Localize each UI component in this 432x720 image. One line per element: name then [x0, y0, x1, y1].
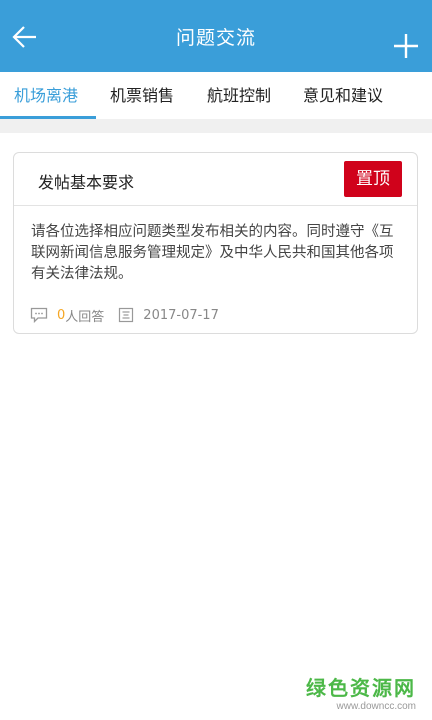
post-meta: 0 人回答 2017-07-17 — [30, 305, 219, 325]
top-bar: 问题交流 — [0, 0, 432, 72]
post-header: 发帖基本要求 置顶 — [14, 153, 417, 206]
post-content: 请各位选择相应问题类型发布相关的内容。同时遵守《互联网新闻信息服务管理规定》及中… — [31, 224, 394, 282]
comment-icon — [30, 307, 48, 323]
watermark-url: www.downcc.com — [336, 701, 416, 712]
page-title: 问题交流 — [175, 26, 256, 49]
calendar-icon — [119, 307, 134, 323]
pinned-badge: 置顶 — [344, 161, 402, 197]
tab-airport-departure[interactable]: 机场离港 — [14, 72, 78, 119]
add-post-icon[interactable] — [392, 32, 420, 60]
reply-count: 0 — [57, 307, 66, 323]
watermark: 绿色资源网 www.downcc.com — [306, 672, 416, 712]
tab-feedback[interactable]: 意见和建议 — [303, 72, 383, 119]
watermark-main: 绿色资源网 — [306, 676, 416, 700]
post-title: 发帖基本要求 — [38, 173, 135, 192]
tab-flight-control[interactable]: 航班控制 — [207, 72, 271, 119]
post-card[interactable]: 发帖基本要求 置顶 请各位选择相应问题类型发布相关的内容。同时遵守《互联网新闻信… — [13, 152, 418, 334]
back-arrow-icon[interactable] — [10, 22, 40, 52]
tab-ticket-sales[interactable]: 机票销售 — [110, 72, 174, 119]
category-tabs: 机场离港 机票销售 航班控制 意见和建议 — [0, 72, 432, 119]
divider-band — [0, 119, 432, 133]
reply-label: 人回答 — [65, 309, 105, 325]
post-date: 2017-07-17 — [143, 307, 219, 323]
